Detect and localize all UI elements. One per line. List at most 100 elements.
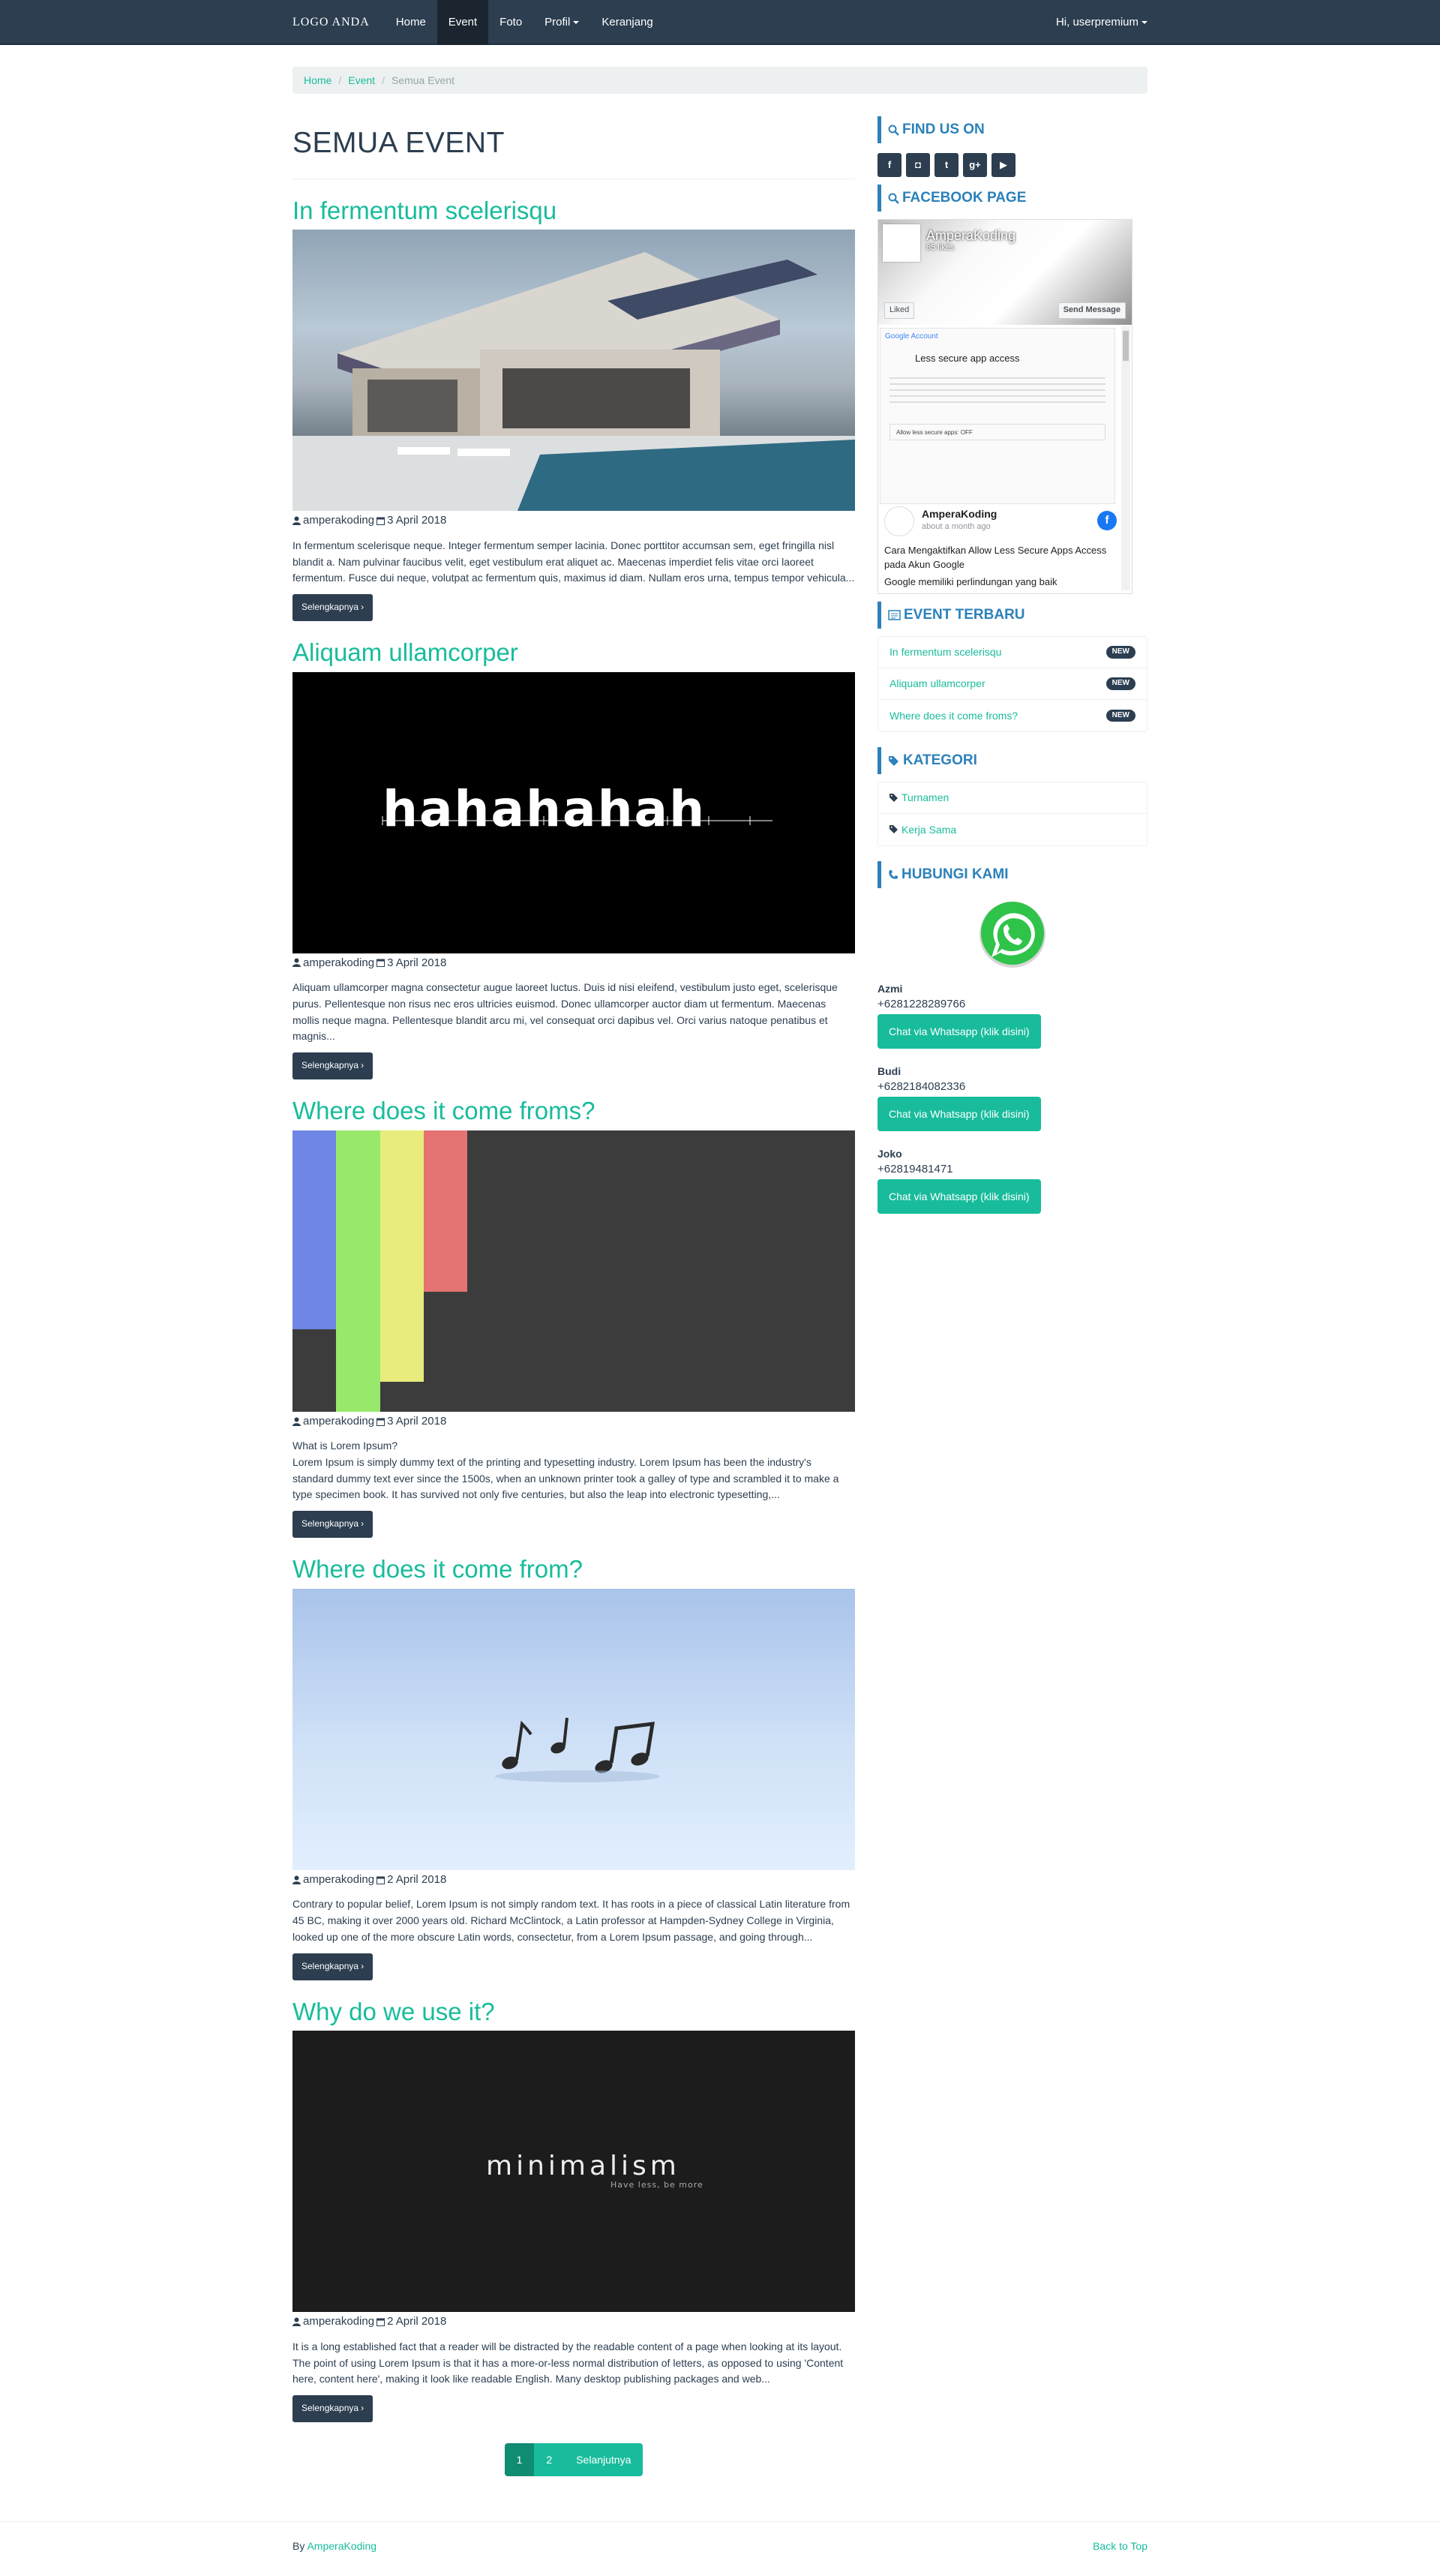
twitter-icon[interactable]: t: [934, 153, 958, 177]
user-icon: [292, 1417, 301, 1426]
user-menu-label: Hi, userpremium: [1055, 16, 1138, 29]
user-icon: [292, 1875, 301, 1884]
fb-cover: AmperaKoding 85 likes Liked Send Message: [878, 220, 1132, 325]
new-badge: NEW: [1106, 709, 1136, 722]
phone-icon: [889, 870, 898, 879]
post-image[interactable]: hahahahah: [292, 671, 855, 953]
fb-scrollbar-thumb[interactable]: [1123, 331, 1129, 361]
breadcrumb-current: Semua Event: [391, 74, 455, 86]
post-author: amperakoding: [303, 1414, 375, 1428]
back-to-top-link[interactable]: Back to Top: [1093, 2538, 1148, 2553]
list-item[interactable]: Turnamen: [878, 782, 1147, 814]
post-image[interactable]: [292, 230, 855, 512]
nav-home[interactable]: Home: [385, 0, 437, 45]
post-image[interactable]: [292, 1588, 855, 1870]
image-caption-subtext: Have less, be more: [610, 2180, 704, 2190]
contact-name: Budi: [878, 1065, 902, 1078]
post-excerpt: In fermentum scelerisque neque. Integer …: [292, 539, 855, 584]
post-date: 2 April 2018: [387, 2315, 447, 2328]
post-subhead: What is Lorem Ipsum?: [292, 1440, 398, 1452]
contact-name: Joko: [878, 1148, 902, 1160]
google-plus-icon[interactable]: g+: [963, 153, 987, 177]
list-item[interactable]: Aliquam ullamcorper NEW: [878, 668, 1147, 700]
post-title[interactable]: Where does it come from?: [292, 1554, 855, 1584]
whatsapp-logo: [878, 897, 1148, 972]
calendar-icon: [376, 959, 386, 968]
breadcrumb-event[interactable]: Event: [348, 73, 375, 88]
nav-keranjang[interactable]: Keranjang: [590, 0, 664, 45]
post-title[interactable]: In fermentum scelerisqu: [292, 196, 855, 226]
nav-profil-label: Profil: [544, 16, 571, 29]
whatsapp-chat-button[interactable]: Chat via Whatsapp (klik disini): [878, 1014, 1041, 1049]
nav-profil[interactable]: Profil: [533, 0, 590, 45]
user-icon: [292, 516, 301, 526]
read-more-label: Selengkapnya: [302, 1518, 359, 1530]
fb-scrollbar[interactable]: [1121, 326, 1130, 590]
footer-author-link[interactable]: AmperaKoding: [307, 2540, 376, 2552]
contact-item: Azmi +6281228289766 Chat via Whatsapp (k…: [878, 981, 1148, 1049]
read-more-button[interactable]: Selengkapnya ›: [292, 1511, 374, 1539]
event-link: Aliquam ullamcorper: [890, 677, 986, 690]
new-badge: NEW: [1106, 677, 1136, 690]
post-meta: amperakoding 3 April 2018: [292, 512, 855, 529]
sidebar: FIND US ON f ◘ t g+ ▶ FACEBOOK PAGE Ampe…: [878, 116, 1148, 2476]
category-list: Turnamen Kerja Sama: [878, 782, 1148, 846]
tag-icon: [890, 825, 898, 833]
post-excerpt: Aliquam ullamcorper magna consectetur au…: [292, 981, 838, 1043]
page-1-button[interactable]: 1: [504, 2442, 535, 2476]
fb-post-text: Cara Mengaktifkan Allow Less Secure Apps…: [884, 545, 1107, 570]
whatsapp-chat-button[interactable]: Chat via Whatsapp (klik disini): [878, 1097, 1041, 1132]
read-more-button[interactable]: Selengkapnya ›: [292, 2394, 374, 2422]
post-image[interactable]: minimalism Have less, be more: [292, 2031, 855, 2313]
youtube-icon[interactable]: ▶: [992, 153, 1016, 177]
next-page-button[interactable]: Selanjutnya: [564, 2442, 644, 2476]
post-date: 2 April 2018: [387, 1872, 447, 1886]
post-meta: amperakoding 2 April 2018: [292, 1872, 855, 1888]
widget-title-label: HUBUNGI KAMI: [902, 866, 1009, 883]
color-bars-graphic: [292, 1130, 467, 1412]
post-item: Aliquam ullamcorper hahahahah amperakodi…: [292, 638, 855, 1080]
post-excerpt: It is a long established fact that a rea…: [292, 2340, 844, 2385]
nav-event[interactable]: Event: [436, 0, 489, 45]
widget-title-label: FACEBOOK PAGE: [902, 190, 1027, 206]
list-item[interactable]: Where does it come froms? NEW: [878, 700, 1147, 731]
post-title[interactable]: Why do we use it?: [292, 1997, 855, 2027]
nav-foto[interactable]: Foto: [488, 0, 533, 45]
breadcrumb-separator: /: [382, 74, 385, 86]
page-title: SEMUA EVENT: [292, 116, 855, 179]
page-2-button[interactable]: 2: [534, 2442, 565, 2476]
user-icon: [292, 958, 301, 968]
list-item[interactable]: Kerja Sama: [878, 814, 1147, 845]
calendar-icon: [376, 517, 386, 526]
brand-logo[interactable]: Logo Anda: [292, 0, 385, 45]
fb-post-author[interactable]: AmperaKoding: [884, 506, 1117, 521]
read-more-button[interactable]: Selengkapnya ›: [292, 1052, 374, 1080]
list-item[interactable]: In fermentum scelerisqu NEW: [878, 637, 1147, 668]
breadcrumb-home[interactable]: Home: [304, 73, 332, 88]
chevron-right-icon: ›: [361, 1960, 364, 1971]
facebook-icon: f: [1097, 511, 1117, 530]
facebook-page-embed[interactable]: AmperaKoding 85 likes Liked Send Message…: [878, 219, 1132, 594]
instagram-icon[interactable]: ◘: [906, 153, 930, 177]
tag-icon: [890, 793, 898, 802]
facebook-icon[interactable]: f: [878, 153, 902, 177]
read-more-button[interactable]: Selengkapnya ›: [292, 593, 374, 621]
fb-send-message-button[interactable]: Send Message: [1058, 302, 1126, 319]
widget-title-hubungi: HUBUNGI KAMI: [878, 861, 1148, 888]
chevron-right-icon: ›: [361, 2403, 364, 2414]
fb-shot-title: Less secure app access: [915, 352, 1020, 364]
house-illustration: [292, 252, 855, 512]
post-title[interactable]: Where does it come froms?: [292, 1096, 855, 1126]
user-menu[interactable]: Hi, userpremium: [1045, 0, 1148, 45]
fb-liked-button[interactable]: Liked: [884, 302, 915, 319]
whatsapp-chat-button[interactable]: Chat via Whatsapp (klik disini): [878, 1179, 1041, 1214]
post-date: 3 April 2018: [387, 514, 447, 527]
post-title[interactable]: Aliquam ullamcorper: [292, 638, 855, 668]
post-meta: amperakoding 2 April 2018: [292, 2313, 855, 2330]
category-link: Turnamen: [902, 791, 950, 804]
read-more-button[interactable]: Selengkapnya ›: [292, 1953, 374, 1980]
post-author: amperakoding: [303, 2315, 375, 2328]
post-image[interactable]: [292, 1130, 855, 1412]
post-author: amperakoding: [303, 956, 375, 969]
post-author: amperakoding: [303, 514, 375, 527]
